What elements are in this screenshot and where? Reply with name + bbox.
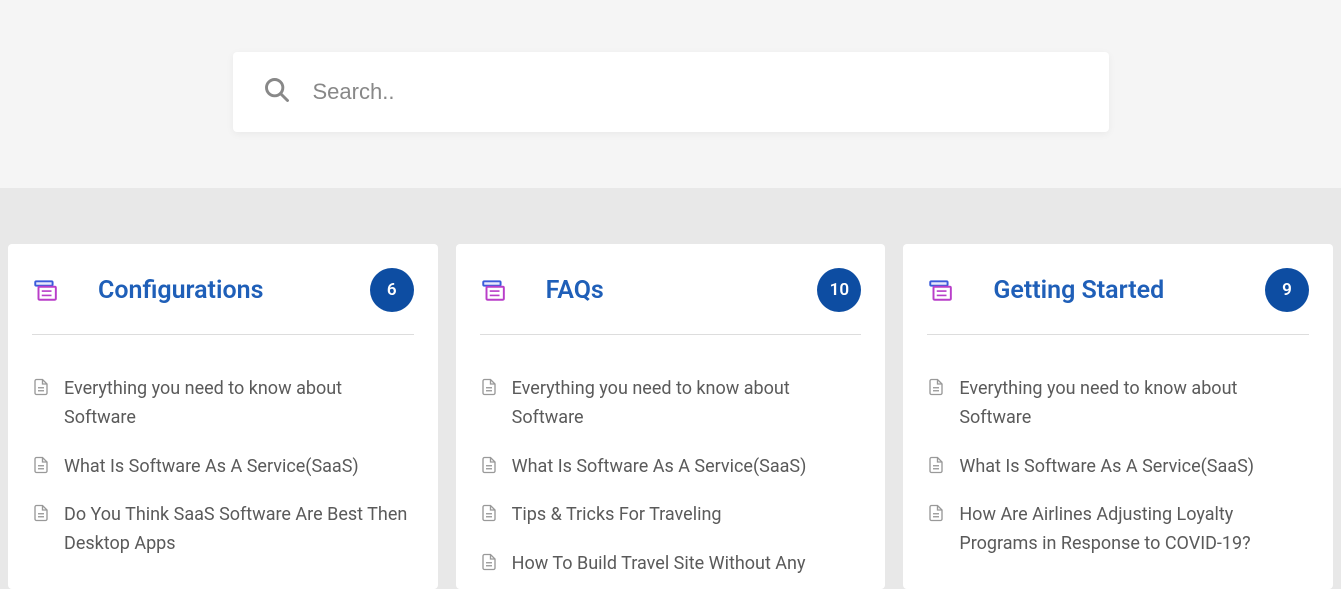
card-list: Everything you need to know about Softwa…	[32, 365, 414, 569]
document-icon	[32, 504, 50, 526]
card-header: Configurations 6	[32, 268, 414, 335]
document-icon	[927, 456, 945, 478]
list-item[interactable]: How Are Airlines Adjusting Loyalty Progr…	[927, 491, 1309, 569]
card-getting-started: Getting Started 9 Everything you need to…	[903, 244, 1333, 589]
document-icon	[32, 378, 50, 400]
category-icon	[32, 277, 58, 303]
list-item[interactable]: What Is Software As A Service(SaaS)	[927, 443, 1309, 492]
cards-section: Configurations 6 Everything you need to …	[0, 188, 1341, 589]
search-input[interactable]	[313, 79, 1079, 105]
card-title[interactable]: Configurations	[98, 276, 370, 305]
card-count-badge: 6	[370, 268, 414, 312]
item-text: Everything you need to know about Softwa…	[959, 375, 1309, 433]
item-text: Everything you need to know about Softwa…	[64, 375, 414, 433]
document-icon	[480, 378, 498, 400]
search-icon	[263, 76, 291, 108]
item-text: What Is Software As A Service(SaaS)	[959, 453, 1254, 482]
document-icon	[927, 378, 945, 400]
card-header: FAQs 10	[480, 268, 862, 335]
item-text: How Are Airlines Adjusting Loyalty Progr…	[959, 501, 1309, 559]
list-item[interactable]: Everything you need to know about Softwa…	[480, 365, 862, 443]
card-title[interactable]: FAQs	[546, 276, 818, 305]
search-box[interactable]	[233, 52, 1109, 132]
item-text: What Is Software As A Service(SaaS)	[512, 453, 807, 482]
card-title[interactable]: Getting Started	[993, 276, 1265, 305]
search-section	[0, 0, 1341, 188]
list-item[interactable]: Everything you need to know about Softwa…	[32, 365, 414, 443]
category-icon	[480, 277, 506, 303]
item-text: What Is Software As A Service(SaaS)	[64, 453, 359, 482]
list-item[interactable]: What Is Software As A Service(SaaS)	[480, 443, 862, 492]
card-list: Everything you need to know about Softwa…	[927, 365, 1309, 569]
card-configurations: Configurations 6 Everything you need to …	[8, 244, 438, 589]
item-text: How To Build Travel Site Without Any	[512, 550, 806, 579]
list-item[interactable]: Tips & Tricks For Traveling	[480, 491, 862, 540]
list-item[interactable]: How To Build Travel Site Without Any	[480, 540, 862, 589]
list-item[interactable]: What Is Software As A Service(SaaS)	[32, 443, 414, 492]
document-icon	[32, 456, 50, 478]
card-faqs: FAQs 10 Everything you need to know abou…	[456, 244, 886, 589]
document-icon	[480, 456, 498, 478]
card-header: Getting Started 9	[927, 268, 1309, 335]
card-list: Everything you need to know about Softwa…	[480, 365, 862, 589]
card-count-badge: 9	[1265, 268, 1309, 312]
list-item[interactable]: Everything you need to know about Softwa…	[927, 365, 1309, 443]
document-icon	[480, 553, 498, 575]
item-text: Do You Think SaaS Software Are Best Then…	[64, 501, 414, 559]
item-text: Everything you need to know about Softwa…	[512, 375, 862, 433]
document-icon	[927, 504, 945, 526]
card-count-badge: 10	[817, 268, 861, 312]
list-item[interactable]: Do You Think SaaS Software Are Best Then…	[32, 491, 414, 569]
item-text: Tips & Tricks For Traveling	[512, 501, 722, 530]
category-icon	[927, 277, 953, 303]
document-icon	[480, 504, 498, 526]
